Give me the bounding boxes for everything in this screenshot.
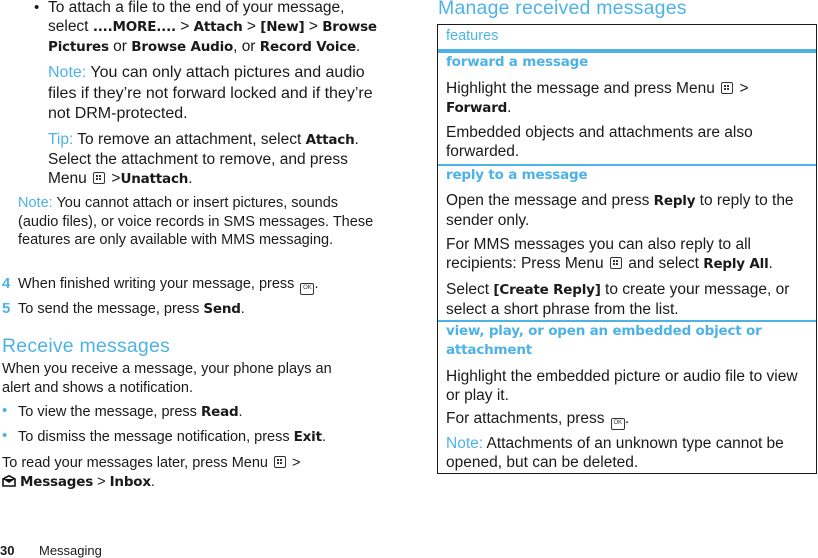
attach-bullet: To attach a file to the end of your mess… bbox=[48, 0, 377, 55]
features-table: features forward a message Highlight the… bbox=[437, 24, 817, 474]
page-number: 30 bbox=[0, 543, 15, 558]
receive-bullet-read: To view the message, press Read. bbox=[18, 404, 243, 420]
messages-envelope-icon bbox=[2, 474, 16, 487]
receive-bullet-exit: To dismiss the message notification, pre… bbox=[18, 429, 326, 445]
create-reply-instructions: Select [Create Reply] to create your mes… bbox=[446, 281, 790, 318]
bullet-icon: • bbox=[34, 0, 40, 16]
tip-remove-attachment: Tip: To remove an attachment, select Att… bbox=[48, 131, 359, 187]
menu-key-icon bbox=[721, 82, 734, 94]
bullet-icon: • bbox=[2, 402, 8, 419]
unknown-type-note: Note: Attachments of an unknown type can… bbox=[446, 435, 784, 471]
row-title-reply: reply to a message bbox=[446, 167, 588, 183]
step-number: 5 bbox=[2, 300, 11, 317]
row-title-view-play: view, play, or open an embedded object o… bbox=[446, 323, 762, 358]
attachments-instructions: For attachments, press OK. bbox=[446, 409, 810, 430]
step-number: 4 bbox=[2, 275, 11, 292]
bullet-icon: • bbox=[2, 427, 8, 444]
ok-key-icon: OK bbox=[610, 418, 625, 430]
step-5: To send the message, press Send. bbox=[18, 301, 245, 317]
footer-section-label: Messaging bbox=[39, 543, 102, 558]
note-attach-restriction: Note: You can only attach pictures and a… bbox=[48, 64, 373, 122]
ok-key-icon: OK bbox=[300, 283, 315, 295]
reply-instructions: Open the message and press Reply to repl… bbox=[446, 192, 794, 229]
note-sms-restriction: Note: You cannot attach or insert pictur… bbox=[18, 195, 374, 248]
read-later-instructions: To read your messages later, press Menu … bbox=[2, 455, 301, 490]
forward-instructions: Highlight the message and press Menu > F… bbox=[446, 80, 749, 116]
menu-key-icon bbox=[609, 257, 622, 269]
row-title-forward: forward a message bbox=[446, 54, 589, 70]
receive-intro: When you receive a message, your phone p… bbox=[2, 361, 332, 396]
menu-key-icon bbox=[274, 456, 286, 468]
step-4: When finished writing your message, pres… bbox=[18, 275, 378, 295]
section-heading-receive: Receive messages bbox=[2, 335, 170, 357]
section-heading-manage: Manage received messages bbox=[438, 0, 687, 19]
reply-all-instructions: For MMS messages you can also reply to a… bbox=[446, 236, 773, 272]
table-header: features bbox=[446, 28, 499, 44]
view-play-instructions: Highlight the embedded picture or audio … bbox=[446, 368, 798, 404]
forward-note: Embedded objects and attachments are als… bbox=[446, 124, 753, 160]
menu-key-icon bbox=[93, 172, 106, 184]
